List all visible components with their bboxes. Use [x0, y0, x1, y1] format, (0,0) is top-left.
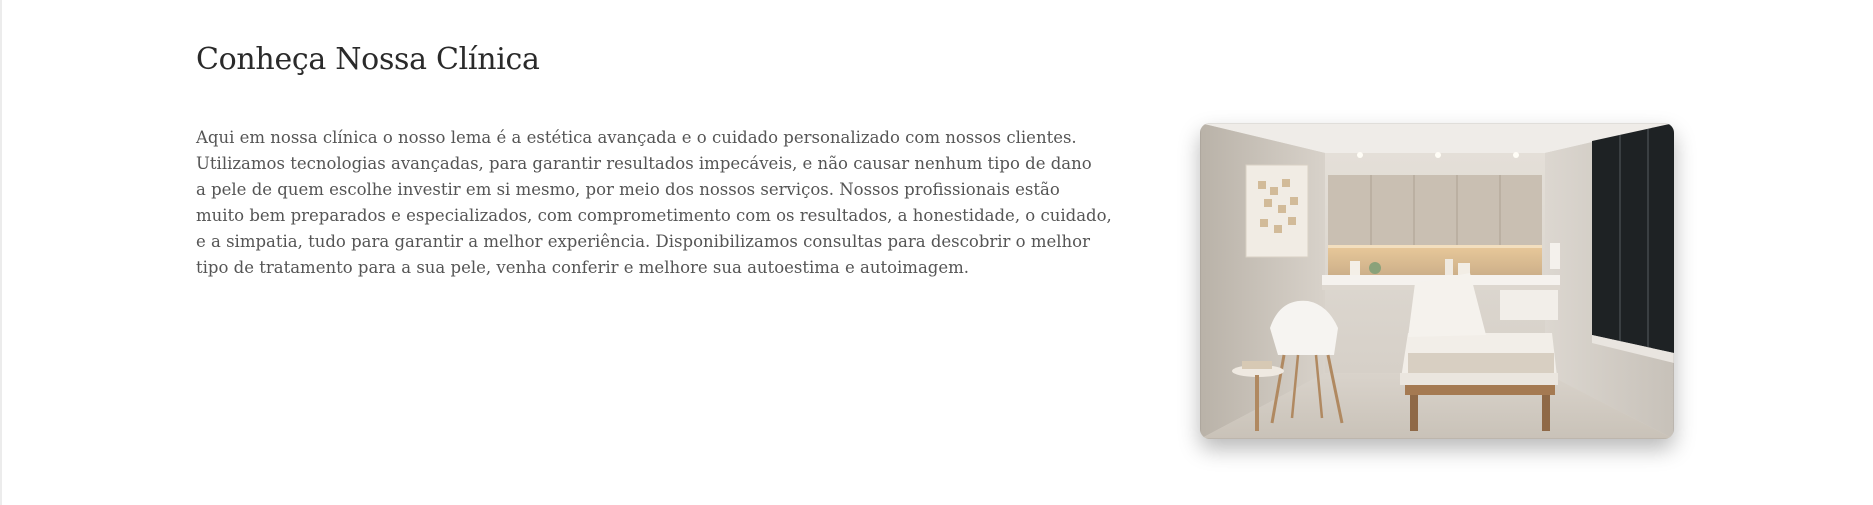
- description-line: muito bem preparados e especializados, c…: [196, 206, 1112, 225]
- description-line: e a simpatia, tudo para garantir a melho…: [196, 232, 1090, 251]
- clinic-room-photo: [1200, 123, 1674, 439]
- description-line: Utilizamos tecnologias avançadas, para g…: [196, 154, 1092, 173]
- section-description: Aqui em nossa clínica o nosso lema é a e…: [196, 125, 1112, 281]
- clinic-room-illustration: [1200, 123, 1674, 439]
- description-line: a pele de quem escolhe investir em si me…: [196, 180, 1060, 199]
- page: Conheça Nossa Clínica Aqui em nossa clín…: [0, 0, 1873, 505]
- description-line: Aqui em nossa clínica o nosso lema é a e…: [196, 128, 1077, 147]
- section-title: Conheça Nossa Clínica: [196, 42, 540, 77]
- description-line: tipo de tratamento para a sua pele, venh…: [196, 258, 970, 277]
